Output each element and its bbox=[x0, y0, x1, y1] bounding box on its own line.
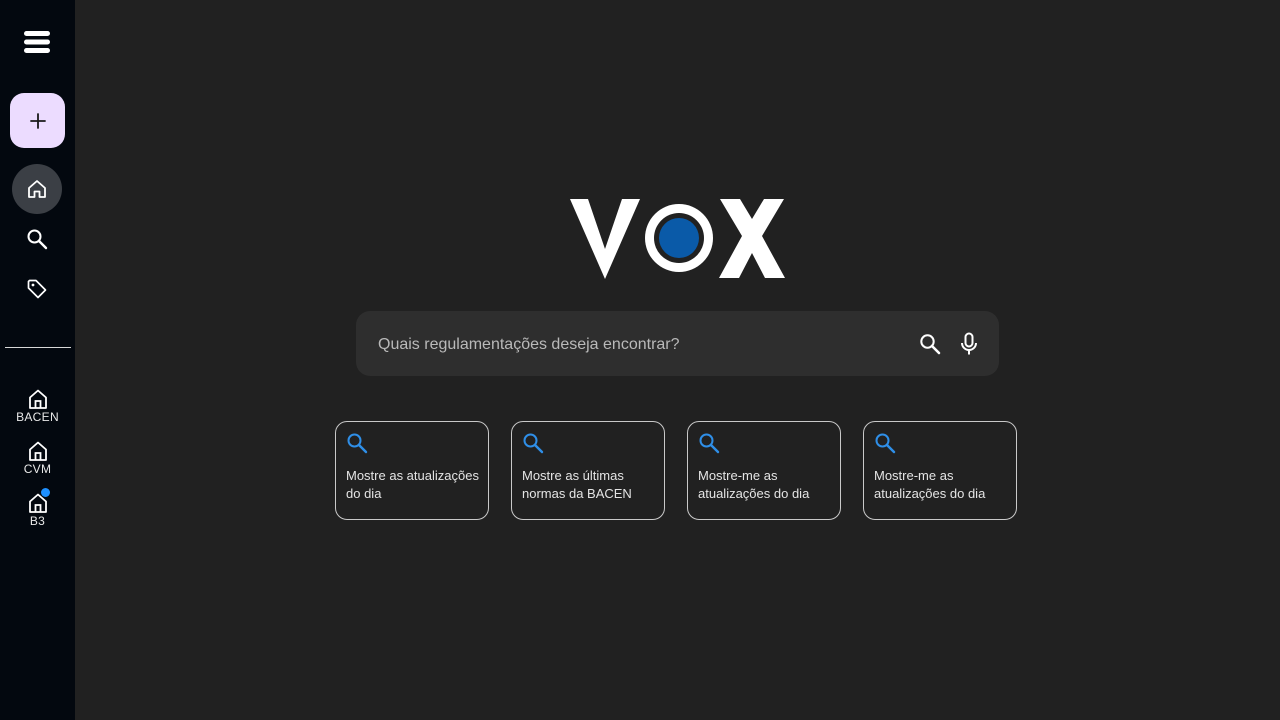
org-bacen[interactable]: BACEN bbox=[0, 388, 75, 424]
menu-button[interactable] bbox=[20, 27, 54, 57]
search-icon bbox=[347, 433, 368, 454]
suggestion-text: Mostre-me as atualizações do dia bbox=[874, 468, 986, 501]
microphone-icon bbox=[961, 332, 977, 355]
suggestion-card[interactable]: Mostre-me as atualizações do dia bbox=[687, 421, 841, 520]
voice-search-button[interactable] bbox=[956, 331, 982, 357]
org-label-cvm: CVM bbox=[23, 462, 52, 476]
sidebar: BACEN CVM B3 bbox=[0, 0, 75, 720]
nav-tags[interactable] bbox=[22, 274, 52, 304]
search-bar bbox=[356, 311, 999, 378]
nav-search[interactable] bbox=[22, 224, 52, 254]
search-icon bbox=[875, 433, 896, 454]
search-icon bbox=[27, 229, 48, 250]
search-submit-button[interactable] bbox=[917, 331, 943, 357]
org-label-b3: B3 bbox=[29, 514, 46, 528]
institution-icon bbox=[27, 488, 50, 514]
suggestion-text: Mostre as atualizações do dia bbox=[346, 468, 479, 501]
institution-icon bbox=[27, 440, 49, 462]
home-icon bbox=[28, 180, 46, 198]
search-input[interactable] bbox=[376, 311, 900, 378]
vox-logo bbox=[568, 195, 788, 281]
notification-dot bbox=[40, 488, 50, 497]
search-icon bbox=[523, 433, 544, 454]
suggestion-text: Mostre-me as atualizações do dia bbox=[698, 468, 810, 501]
suggestion-card[interactable]: Mostre-me as atualizações do dia bbox=[863, 421, 1017, 520]
new-button[interactable] bbox=[10, 93, 65, 148]
sidebar-divider bbox=[5, 347, 71, 348]
org-label-bacen: BACEN bbox=[16, 410, 59, 424]
search-icon bbox=[699, 433, 720, 454]
org-cvm[interactable]: CVM bbox=[0, 440, 75, 476]
institution-icon bbox=[27, 388, 49, 410]
plus-icon bbox=[29, 112, 46, 129]
suggestion-text: Mostre as últimas normas da BACEN bbox=[522, 468, 632, 501]
menu-icon bbox=[24, 31, 50, 53]
suggestion-card[interactable]: Mostre as atualizações do dia bbox=[335, 421, 489, 520]
search-icon bbox=[920, 334, 941, 355]
suggestion-card[interactable]: Mostre as últimas normas da BACEN bbox=[511, 421, 665, 520]
tag-icon bbox=[27, 279, 47, 299]
org-b3[interactable]: B3 bbox=[0, 488, 75, 528]
nav-home[interactable] bbox=[12, 164, 62, 214]
